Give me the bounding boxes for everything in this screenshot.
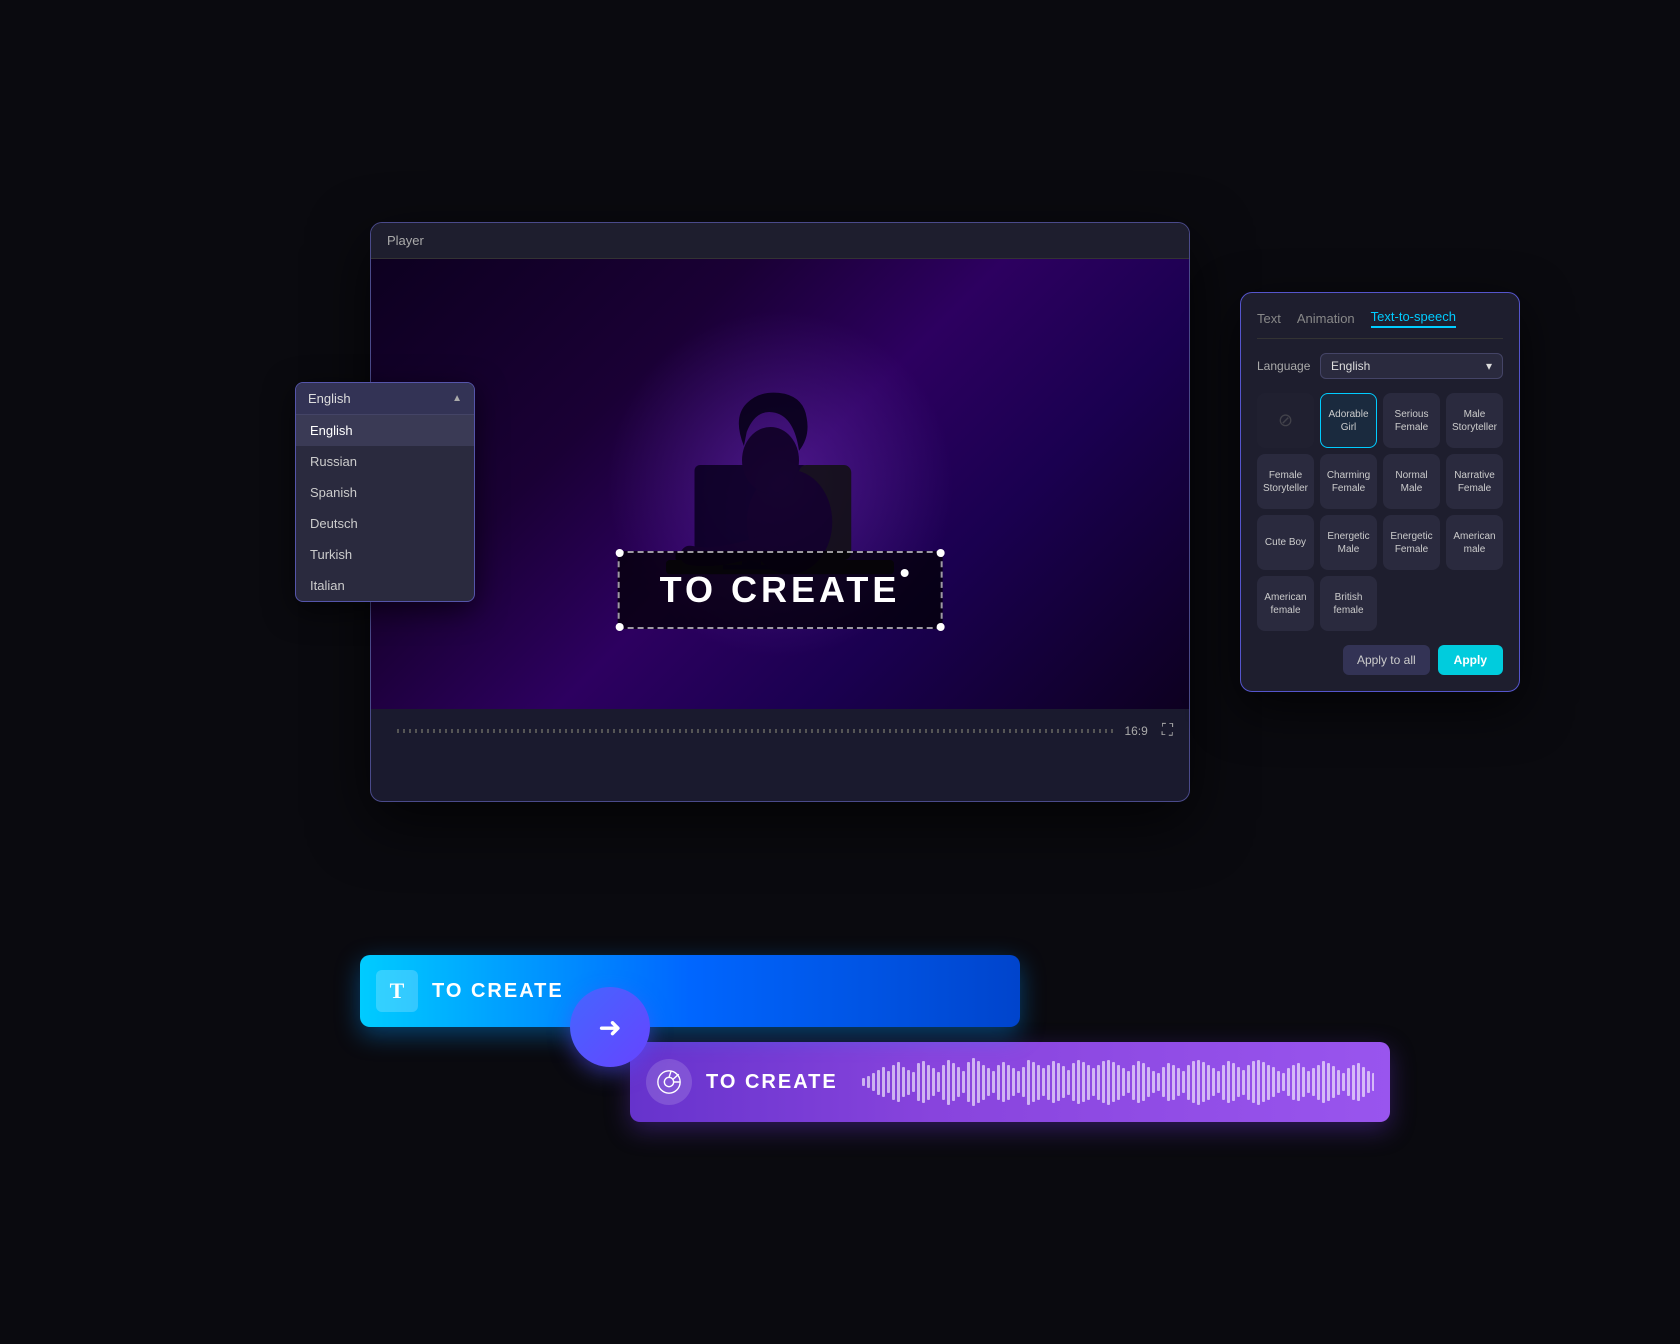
lang-option-deutsch[interactable]: Deutsch	[296, 508, 474, 539]
voice-cell-energetic-female[interactable]: Energetic Female	[1383, 515, 1440, 570]
lang-option-turkish[interactable]: Turkish	[296, 539, 474, 570]
player-bottom-bar: 16:9 ⛶	[371, 709, 1189, 753]
voice-cell-normal-male[interactable]: Normal Male	[1383, 454, 1440, 509]
tab-animation[interactable]: Animation	[1297, 309, 1355, 328]
corner-handle-tr	[936, 549, 944, 557]
tab-tts[interactable]: Text-to-speech	[1371, 309, 1456, 328]
voice-cell-female-storyteller[interactable]: Female Storyteller	[1257, 454, 1314, 509]
block-icon: ⊘	[1278, 410, 1293, 431]
tts-language-row: Language English ▾	[1257, 353, 1503, 379]
arrow-right-icon: ➜	[598, 1011, 621, 1044]
audio-icon	[646, 1059, 692, 1105]
voice-cell-charming-female[interactable]: Charming Female	[1320, 454, 1377, 509]
apply-button[interactable]: Apply	[1438, 645, 1503, 675]
voice-cell-narrative-female[interactable]: Narrative Female	[1446, 454, 1503, 509]
tts-panel: Text Animation Text-to-speech Language E…	[1240, 292, 1520, 692]
corner-handle-bl	[616, 623, 624, 631]
corner-handle-br	[936, 623, 944, 631]
lang-option-spanish[interactable]: Spanish	[296, 477, 474, 508]
overlay-text: TO CREATE	[660, 569, 901, 610]
aspect-ratio-area: 16:9 ⛶	[1124, 722, 1173, 740]
lang-option-english[interactable]: English	[296, 415, 474, 446]
voice-cell-american-female[interactable]: American female	[1257, 576, 1314, 631]
language-dropdown-selected: English	[308, 391, 351, 406]
tab-text[interactable]: Text	[1257, 309, 1281, 328]
tts-tabs: Text Animation Text-to-speech	[1257, 309, 1503, 339]
voice-cell-cute-boy[interactable]: Cute Boy	[1257, 515, 1314, 570]
tts-language-label: Language	[1257, 359, 1312, 373]
player-titlebar: Player	[371, 223, 1189, 259]
text-track-icon: T	[376, 970, 418, 1012]
voice-cell-disabled: ⊘	[1257, 393, 1314, 448]
voice-cell-male-storyteller[interactable]: Male Storyteller	[1446, 393, 1503, 448]
timeline	[397, 729, 1114, 733]
chevron-up-icon: ▲	[452, 393, 462, 404]
waveform	[862, 1057, 1374, 1107]
audio-track-bar[interactable]: TO CREATE	[630, 1042, 1390, 1122]
text-track-label: TO CREATE	[432, 980, 564, 1003]
aspect-ratio-button[interactable]: 16:9	[1124, 724, 1147, 738]
audio-track-label: TO CREATE	[706, 1071, 838, 1094]
lang-option-italian[interactable]: Italian	[296, 570, 474, 601]
voice-cell-american-male[interactable]: American male	[1446, 515, 1503, 570]
fullscreen-button[interactable]: ⛶	[1162, 722, 1173, 740]
apply-all-button[interactable]: Apply to all	[1343, 645, 1430, 675]
video-area: TO CREATE	[371, 259, 1189, 709]
chevron-down-icon: ▾	[1486, 359, 1492, 373]
text-overlay-box[interactable]: TO CREATE	[618, 551, 943, 629]
convert-button[interactable]: ➜	[570, 987, 650, 1067]
voice-cell-serious-female[interactable]: Serious Female	[1383, 393, 1440, 448]
silhouette	[371, 259, 1189, 709]
player-window: Player	[370, 222, 1190, 802]
tts-language-value: English	[1331, 359, 1370, 373]
language-dropdown: English ▲ English Russian Spanish Deutsc…	[295, 382, 475, 602]
voice-cell-british-female[interactable]: British female	[1320, 576, 1377, 631]
tts-actions: Apply to all Apply	[1257, 645, 1503, 675]
player-title: Player	[387, 233, 424, 248]
tts-language-select[interactable]: English ▾	[1320, 353, 1503, 379]
voice-grid: ⊘ Adorable Girl Serious Female Male Stor…	[1257, 393, 1503, 631]
voice-cell-energetic-male[interactable]: Energetic Male	[1320, 515, 1377, 570]
lang-option-russian[interactable]: Russian	[296, 446, 474, 477]
voice-cell-adorable-girl[interactable]: Adorable Girl	[1320, 393, 1377, 448]
language-dropdown-header[interactable]: English ▲	[296, 383, 474, 415]
text-track-bar[interactable]: T TO CREATE	[360, 955, 1020, 1027]
